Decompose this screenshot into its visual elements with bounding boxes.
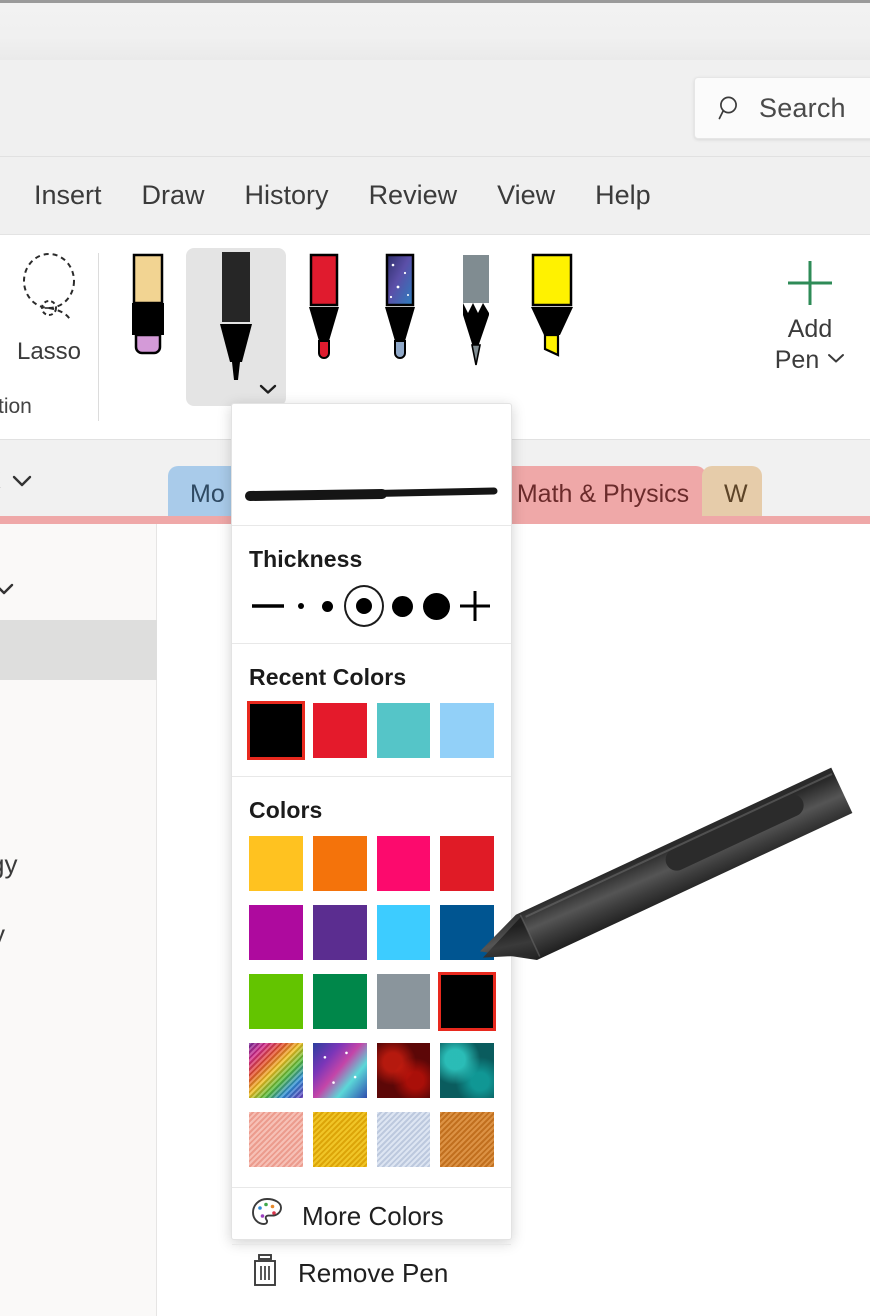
color-row-5-pencil-textures [249, 1112, 494, 1167]
pen-tool-gray-pencil[interactable] [438, 253, 514, 403]
color-swatch-pencil-orange[interactable] [440, 1112, 494, 1167]
more-colors-label: More Colors [302, 1200, 444, 1231]
thickness-section: Thickness [232, 546, 511, 643]
thickness-option-line[interactable] [251, 603, 285, 609]
color-grid [249, 836, 496, 1187]
color-swatch-gray[interactable] [376, 974, 431, 1029]
color-swatch-pencil-salmon[interactable] [249, 1112, 303, 1167]
section-tab-label: Mo [190, 480, 225, 508]
recent-swatch-red[interactable] [312, 703, 367, 758]
add-pen-label-line2: Pen [774, 345, 820, 374]
page-nav-header[interactable]: s [0, 572, 14, 603]
pen-tool-galaxy-pen[interactable] [362, 253, 438, 403]
ribbon-tab-help[interactable]: Help [575, 180, 671, 211]
divider [232, 643, 511, 644]
section-tab-3[interactable]: W [702, 466, 762, 523]
color-swatch-cyan[interactable] [376, 905, 431, 960]
window-title-bar [0, 0, 870, 60]
recent-swatch-black[interactable] [247, 701, 305, 760]
ribbon-tab-review[interactable]: Review [349, 180, 478, 211]
lasso-label: Lasso [16, 338, 82, 365]
ribbon-tab-draw[interactable]: Draw [122, 180, 225, 211]
color-swatch-ocean-texture[interactable] [440, 1043, 494, 1098]
stroke-preview [232, 404, 511, 526]
recent-colors-section: Recent Colors [232, 664, 511, 776]
color-swatch-lava-texture[interactable] [376, 1043, 431, 1098]
add-pen-button[interactable]: Add Pen [762, 257, 858, 397]
selection-group-label: tion [0, 395, 32, 418]
thickness-option-xs[interactable] [291, 603, 311, 609]
color-row-1 [249, 836, 494, 891]
color-swatch-pencil-gold[interactable] [312, 1112, 367, 1167]
color-row-3 [249, 972, 496, 1031]
ribbon-group-divider [98, 253, 99, 421]
color-swatch-red[interactable] [440, 836, 494, 891]
color-swatch-black-selected[interactable] [438, 972, 496, 1031]
recent-colors-row [247, 701, 494, 776]
page-navigation-pane: s gy y [0, 524, 157, 1316]
color-swatch-orange[interactable] [312, 836, 367, 891]
section-tab-label: W [724, 480, 748, 508]
page-list-item[interactable]: gy [0, 849, 17, 880]
recent-swatch-lightblue[interactable] [440, 703, 494, 758]
divider [232, 776, 511, 777]
pen-tool-yellow-highlighter[interactable] [514, 253, 590, 403]
pen-tool-black-pen[interactable] [186, 248, 286, 406]
lasso-button[interactable]: Lasso [6, 249, 92, 365]
colors-section: Colors [232, 797, 511, 1187]
search-placeholder: Search [759, 92, 846, 123]
color-row-4-textures [249, 1043, 494, 1098]
pen-tool-red-pen[interactable] [286, 253, 362, 403]
thickness-selected-ring [343, 585, 384, 627]
color-swatch-darkblue[interactable] [440, 905, 494, 960]
thickness-options [249, 585, 494, 643]
plus-icon [784, 257, 836, 314]
color-swatch-purple[interactable] [312, 905, 367, 960]
pen-options-flyout: Thickness Recent Colors Colors More Colo… [231, 403, 512, 1288]
thickness-option-lg[interactable] [389, 595, 415, 617]
more-colors-menu-item[interactable]: More Colors [232, 1187, 511, 1244]
ribbon-tab-bar: Insert Draw History Review View Help [0, 157, 870, 235]
thickness-option-md-selected[interactable] [343, 585, 384, 627]
color-swatch-magenta[interactable] [249, 905, 303, 960]
recent-swatch-teal[interactable] [376, 703, 431, 758]
ribbon-tab-history[interactable]: History [225, 180, 349, 211]
search-icon [717, 94, 745, 122]
ribbon-tab-view[interactable]: View [477, 180, 575, 211]
color-swatch-amber[interactable] [249, 836, 303, 891]
color-swatch-green[interactable] [312, 974, 367, 1029]
ribbon-tab-insert[interactable]: Insert [14, 180, 122, 211]
remove-pen-label: Remove Pen [298, 1257, 449, 1288]
chevron-down-icon[interactable] [259, 382, 277, 394]
color-swatch-pink[interactable] [376, 836, 431, 891]
pen-tool-eraser-pencil[interactable] [110, 253, 186, 403]
thickness-option-custom-plus[interactable] [458, 589, 492, 623]
search-box[interactable]: Search [694, 77, 870, 139]
thickness-option-sm[interactable] [316, 600, 338, 612]
thickness-title: Thickness [249, 546, 363, 572]
recent-colors-title: Recent Colors [249, 664, 407, 690]
section-tab-label: Math & Physics [516, 480, 690, 508]
color-swatch-lightgreen[interactable] [249, 974, 303, 1029]
selection-group: Lasso tion [0, 235, 98, 439]
chevron-down-icon[interactable] [12, 462, 32, 496]
color-swatch-pencil-lightblue[interactable] [376, 1112, 431, 1167]
section-tab-math-physics[interactable]: Math & Physics [500, 466, 706, 523]
trash-icon [250, 1253, 280, 1294]
notebook-title[interactable]: ook [0, 462, 32, 496]
chevron-down-icon[interactable] [0, 572, 14, 603]
remove-pen-menu-item[interactable]: Remove Pen [232, 1244, 511, 1301]
thickness-option-xl[interactable] [421, 592, 453, 620]
palette-icon [250, 1197, 284, 1236]
page-list-item[interactable]: y [0, 919, 5, 950]
color-swatch-galaxy-texture[interactable] [312, 1043, 367, 1098]
add-pen-label-line1: Add [787, 315, 833, 343]
lasso-icon [6, 249, 92, 332]
page-list-item-selected[interactable] [0, 620, 157, 680]
chevron-down-icon[interactable] [827, 351, 845, 369]
color-swatch-rainbow-texture[interactable] [249, 1043, 303, 1098]
colors-title: Colors [249, 797, 323, 823]
color-row-2 [249, 905, 494, 960]
